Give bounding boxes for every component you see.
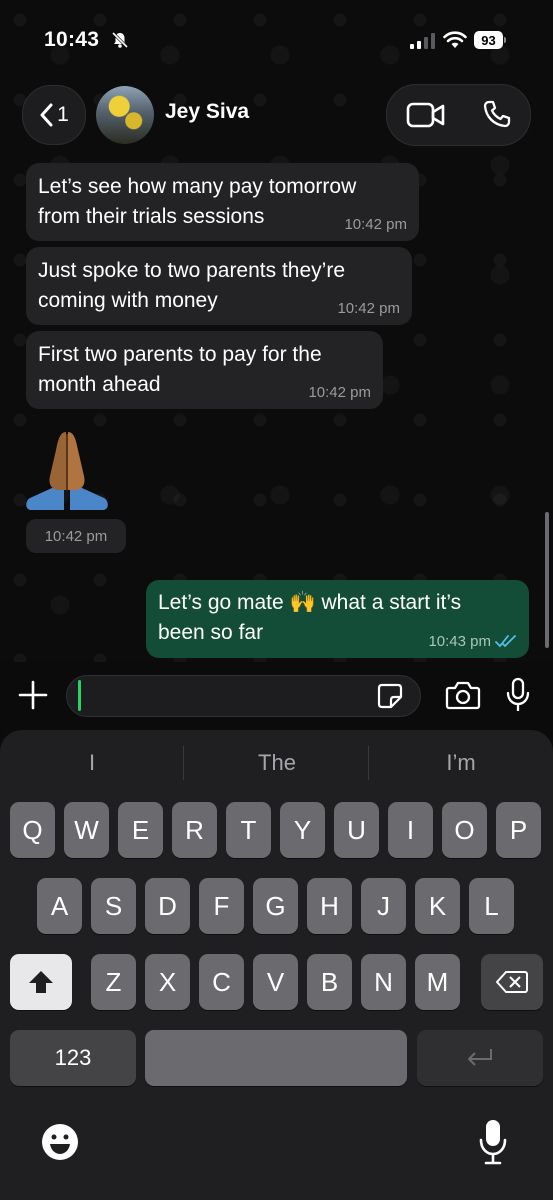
suggestion-divider	[183, 746, 184, 780]
wifi-icon	[443, 31, 467, 48]
read-receipt-icon	[495, 635, 516, 648]
return-icon	[468, 1049, 492, 1066]
key-h[interactable]: H	[307, 878, 352, 934]
key-z[interactable]: Z	[91, 954, 136, 1010]
key-b[interactable]: B	[307, 954, 352, 1010]
delete-icon	[496, 971, 528, 993]
return-key[interactable]	[417, 1030, 543, 1086]
key-u[interactable]: U	[334, 802, 379, 858]
message-bubble-incoming[interactable]: First two parents to pay for the month a…	[26, 331, 383, 409]
key-n[interactable]: N	[361, 954, 406, 1010]
key-g[interactable]: G	[253, 878, 298, 934]
space-key[interactable]	[145, 1030, 407, 1086]
message-bubble-incoming[interactable]: Let’s see how many pay tomorrow from the…	[26, 163, 419, 241]
key-f[interactable]: F	[199, 878, 244, 934]
contact-name[interactable]: Jey Siva	[165, 100, 249, 124]
key-d[interactable]: D	[145, 878, 190, 934]
key-y[interactable]: Y	[280, 802, 325, 858]
bell-slash-icon	[111, 31, 129, 49]
message-time: 10:42 pm	[337, 300, 400, 317]
signal-icon	[410, 33, 435, 49]
suggestion-divider	[368, 746, 369, 780]
message-time: 10:42 pm	[344, 216, 407, 233]
unread-count: 1	[57, 103, 69, 126]
suggestion-1[interactable]: I	[12, 750, 172, 780]
message-time: 10:42 pm	[308, 384, 371, 401]
key-q[interactable]: Q	[10, 802, 55, 858]
scrollbar[interactable]	[545, 512, 549, 648]
message-time: 10:42 pm	[26, 519, 126, 553]
suggestion-2[interactable]: The	[197, 750, 357, 780]
key-c[interactable]: C	[199, 954, 244, 1010]
key-k[interactable]: K	[415, 878, 460, 934]
microphone-icon[interactable]	[504, 677, 532, 713]
plus-icon[interactable]	[16, 678, 50, 712]
phone-icon[interactable]	[482, 99, 512, 129]
message-bubble-outgoing[interactable]: Let’s go mate 🙌 what a start it’s been s…	[146, 580, 529, 658]
key-x[interactable]: X	[145, 954, 190, 1010]
video-call-icon[interactable]	[406, 101, 446, 129]
delete-key[interactable]	[481, 954, 543, 1010]
key-v[interactable]: V	[253, 954, 298, 1010]
key-e[interactable]: E	[118, 802, 163, 858]
text-cursor	[78, 680, 81, 711]
key-p[interactable]: P	[496, 802, 541, 858]
key-m[interactable]: M	[415, 954, 460, 1010]
battery-icon: 93	[474, 31, 506, 49]
chevron-left-icon	[40, 103, 53, 127]
key-r[interactable]: R	[172, 802, 217, 858]
numbers-key[interactable]: 123	[10, 1030, 136, 1086]
key-a[interactable]: A	[37, 878, 82, 934]
dictation-icon[interactable]	[478, 1118, 508, 1166]
sticker-icon[interactable]	[376, 682, 404, 710]
key-s[interactable]: S	[91, 878, 136, 934]
shift-key[interactable]	[10, 954, 72, 1010]
battery-level: 93	[474, 31, 503, 49]
key-t[interactable]: T	[226, 802, 271, 858]
key-i[interactable]: I	[388, 802, 433, 858]
key-o[interactable]: O	[442, 802, 487, 858]
status-time: 10:43	[44, 28, 100, 51]
key-l[interactable]: L	[469, 878, 514, 934]
message-time: 10:43 pm	[428, 633, 491, 650]
key-j[interactable]: J	[361, 878, 406, 934]
key-w[interactable]: W	[64, 802, 109, 858]
back-button[interactable]: 1	[22, 85, 86, 145]
avatar[interactable]	[96, 86, 154, 144]
shift-icon	[29, 971, 53, 993]
praying-hands-emoji[interactable]	[22, 426, 112, 516]
camera-icon[interactable]	[445, 680, 481, 710]
message-input[interactable]	[66, 675, 421, 717]
suggestion-3[interactable]: I’m	[381, 750, 541, 780]
emoji-icon[interactable]	[40, 1122, 80, 1162]
message-bubble-incoming[interactable]: Just spoke to two parents they’re coming…	[26, 247, 412, 325]
